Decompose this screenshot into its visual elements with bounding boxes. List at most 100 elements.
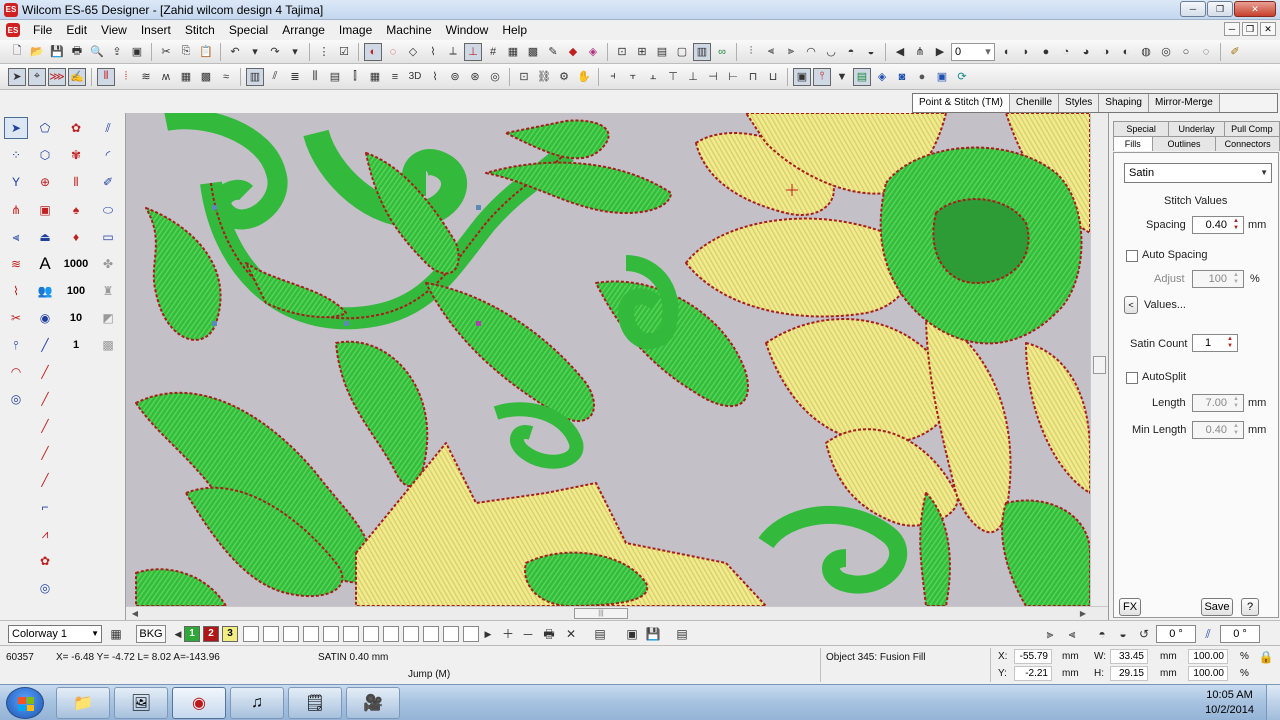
design-list-icon[interactable]: ▥ <box>693 42 711 61</box>
run-2-icon[interactable]: ╱ <box>33 388 57 410</box>
new-file-icon[interactable]: 🗋 <box>8 43 26 61</box>
menu-window[interactable]: Window <box>439 23 496 37</box>
tab-chenille[interactable]: Chenille <box>1009 94 1060 112</box>
fancy-icon[interactable]: ▦ <box>177 68 195 86</box>
taskbar-paint-icon[interactable]: 🖼 <box>114 687 168 719</box>
tab-styles[interactable]: Styles <box>1059 94 1100 112</box>
shape-5-icon[interactable]: ◕ <box>1077 43 1095 61</box>
shape-7-icon[interactable]: ◐ <box>1117 43 1135 61</box>
node-icon[interactable]: ◈ <box>873 68 891 86</box>
taskbar-media-icon[interactable]: 🎥 <box>346 687 400 719</box>
gear-icon[interactable]: ⚙ <box>555 68 573 86</box>
overview-icon[interactable]: ▢ <box>673 43 691 61</box>
scroll-right-icon[interactable]: ▶ <box>1076 607 1090 620</box>
vertical-scrollbar[interactable] <box>1090 113 1108 606</box>
fill-5-icon[interactable]: ▤ <box>326 68 344 86</box>
bitmap-icon[interactable]: ▩ <box>524 43 542 61</box>
color-grid-icon[interactable]: ▦ <box>108 626 124 642</box>
step-icon[interactable]: ʍ <box>157 68 175 86</box>
fill-7-icon[interactable]: ▦ <box>366 68 384 86</box>
wave-tool-icon[interactable]: ≋ <box>4 253 28 275</box>
save-button[interactable]: Save <box>1201 598 1233 616</box>
show-stitches-icon[interactable]: ◐ <box>364 42 382 61</box>
show-desktop-button[interactable] <box>1266 685 1280 720</box>
menu-edit[interactable]: Edit <box>59 23 94 37</box>
checkmark-icon[interactable]: ☑ <box>335 43 353 61</box>
document-menu-icon[interactable]: ES <box>6 23 20 37</box>
run-5-icon[interactable]: ╱ <box>33 469 57 491</box>
machine-export-icon[interactable]: ▣ <box>128 43 146 61</box>
eraser-icon[interactable]: ✐ <box>1226 43 1244 61</box>
swatch-empty[interactable] <box>363 626 379 642</box>
values-label[interactable]: Values... <box>1144 299 1186 311</box>
circle-icon[interactable]: ● <box>913 68 931 86</box>
scroll-left-icon[interactable]: ◀ <box>128 607 142 620</box>
edit-icon[interactable]: ✍ <box>68 67 86 86</box>
horizontal-scroll-thumb[interactable]: ||| <box>574 608 628 619</box>
background-button[interactable]: BKG <box>136 625 166 643</box>
blue-square-icon[interactable]: ◙ <box>893 68 911 86</box>
arrow-select-icon[interactable]: ➤ <box>4 117 28 139</box>
globe-icon[interactable]: ⊕ <box>33 171 57 193</box>
auto-join-icon[interactable]: ⩘ <box>33 523 57 545</box>
values-expand-button[interactable]: < <box>1124 296 1138 314</box>
tab-underlay[interactable]: Underlay <box>1168 121 1225 136</box>
align-4-icon[interactable]: ⊤ <box>664 68 682 86</box>
shape-2-icon[interactable]: ◗ <box>1017 43 1035 61</box>
letter-tool-icon[interactable]: ⫷ <box>4 226 28 248</box>
function-icon[interactable]: ⊥ <box>464 42 482 61</box>
swatch-empty[interactable] <box>443 626 459 642</box>
angle-combo[interactable]: 0 ▾ <box>951 42 995 61</box>
text-baseline-icon[interactable]: ⋔ <box>911 43 929 61</box>
reshape-tool-icon[interactable]: ⬠ <box>33 117 57 139</box>
tab-outlines[interactable]: Outlines <box>1151 136 1217 151</box>
arc-4-icon[interactable]: ◒ <box>862 43 880 61</box>
tab-mirror-merge[interactable]: Mirror-Merge <box>1148 94 1220 112</box>
select-object-icon[interactable]: ➤ <box>8 67 26 86</box>
photo-icon[interactable]: ▣ <box>933 68 951 86</box>
symmetry-icon[interactable]: ▣ <box>33 199 57 221</box>
swatch-empty[interactable] <box>343 626 359 642</box>
taskbar-embroidery-icon[interactable]: ◉ <box>172 687 226 719</box>
arc-3-icon[interactable]: ◓ <box>842 43 860 61</box>
spinner-icon[interactable]: ▲ ▼ <box>1230 218 1242 232</box>
swatch-empty[interactable] <box>283 626 299 642</box>
printer-icon[interactable]: 🖶 <box>541 626 557 642</box>
close-button[interactable]: ✕ <box>1234 1 1276 17</box>
rotate-ccw-icon[interactable]: ◓ <box>1094 626 1110 642</box>
align-7-icon[interactable]: ⊢ <box>724 68 742 86</box>
menu-view[interactable]: View <box>94 23 134 37</box>
maximize-button[interactable]: ❐ <box>1207 1 1233 17</box>
color-list-icon[interactable]: ▤ <box>592 626 608 642</box>
binoculars-icon[interactable]: ♜ <box>96 280 120 302</box>
open-folder-icon[interactable]: 📂 <box>28 43 46 61</box>
hatch-lines-icon[interactable]: ⫽ <box>96 117 120 139</box>
eye-icon[interactable]: ∞ <box>713 43 731 61</box>
swatch-empty[interactable] <box>263 626 279 642</box>
needle-points-icon[interactable]: ⟂ <box>444 43 462 61</box>
connector-icon[interactable]: ⌇ <box>424 43 442 61</box>
menu-stitch[interactable]: Stitch <box>178 23 222 37</box>
rotate-left-icon[interactable]: ◀ <box>891 43 909 61</box>
print-icon[interactable]: 🖶 <box>68 43 86 61</box>
refresh-icon[interactable]: ⟳ <box>953 68 971 86</box>
zigzag-icon[interactable]: ≋ <box>137 68 155 86</box>
doc-minimize-button[interactable]: ─ <box>1224 22 1240 36</box>
run-3-icon[interactable]: ╱ <box>33 415 57 437</box>
align-1-icon[interactable]: ⫞ <box>604 68 622 86</box>
num-10-button[interactable]: 10 <box>64 307 88 329</box>
color-wheel-icon[interactable]: ✿ <box>33 550 57 572</box>
needle-icon[interactable]: ⫯ <box>813 67 831 86</box>
swatch-empty[interactable] <box>423 626 439 642</box>
menu-file[interactable]: File <box>26 23 59 37</box>
spinner-icon[interactable]: ▲ ▼ <box>1230 423 1242 437</box>
show-colors-icon[interactable]: ▣ <box>793 67 811 86</box>
cut-icon[interactable]: ✂ <box>157 43 175 61</box>
x-value[interactable]: -55.79 <box>1014 649 1052 664</box>
tab-special[interactable]: Special <box>1113 121 1170 136</box>
taskbar-music-icon[interactable]: ♫ <box>230 687 284 719</box>
rotate-right-icon[interactable]: ▶ <box>931 43 949 61</box>
truview-icon[interactable]: ◆ <box>564 43 582 61</box>
autosplit-checkbox[interactable] <box>1126 372 1138 384</box>
adjust-input[interactable]: 100 ▲ ▼ <box>1192 270 1244 288</box>
